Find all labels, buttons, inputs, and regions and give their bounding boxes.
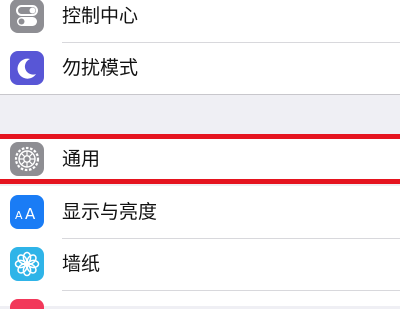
settings-row-label: 勿扰模式 xyxy=(62,57,139,79)
settings-group-top: 控制中心 勿扰模式 xyxy=(0,0,400,94)
settings-row-label: 显示与亮度 xyxy=(62,201,158,223)
svg-text:A: A xyxy=(25,205,36,223)
settings-group-general: 通用 xyxy=(0,139,400,179)
display-brightness-icon: A A xyxy=(10,195,44,229)
settings-row-label: 控制中心 xyxy=(62,5,139,27)
settings-row-general[interactable]: 通用 xyxy=(0,139,400,179)
settings-row-control-center[interactable]: 控制中心 xyxy=(0,0,400,42)
settings-row-do-not-disturb[interactable]: 勿扰模式 xyxy=(0,42,400,94)
gear-icon xyxy=(10,142,44,176)
wallpaper-flower-icon xyxy=(10,247,44,281)
settings-row-partial[interactable] xyxy=(0,290,400,309)
settings-group-bottom: A A 显示与亮度 墙纸 xyxy=(0,186,400,309)
settings-row-label: 墙纸 xyxy=(62,253,101,275)
moon-icon xyxy=(10,51,44,85)
section-spacer xyxy=(0,95,400,134)
partial-row-icon xyxy=(10,299,44,309)
settings-row-label: 通用 xyxy=(62,148,101,170)
svg-text:A: A xyxy=(15,209,23,222)
control-center-icon xyxy=(10,0,44,33)
settings-row-display-brightness[interactable]: A A 显示与亮度 xyxy=(0,186,400,238)
settings-row-wallpaper[interactable]: 墙纸 xyxy=(0,238,400,290)
highlight-box-bottom xyxy=(0,179,400,184)
